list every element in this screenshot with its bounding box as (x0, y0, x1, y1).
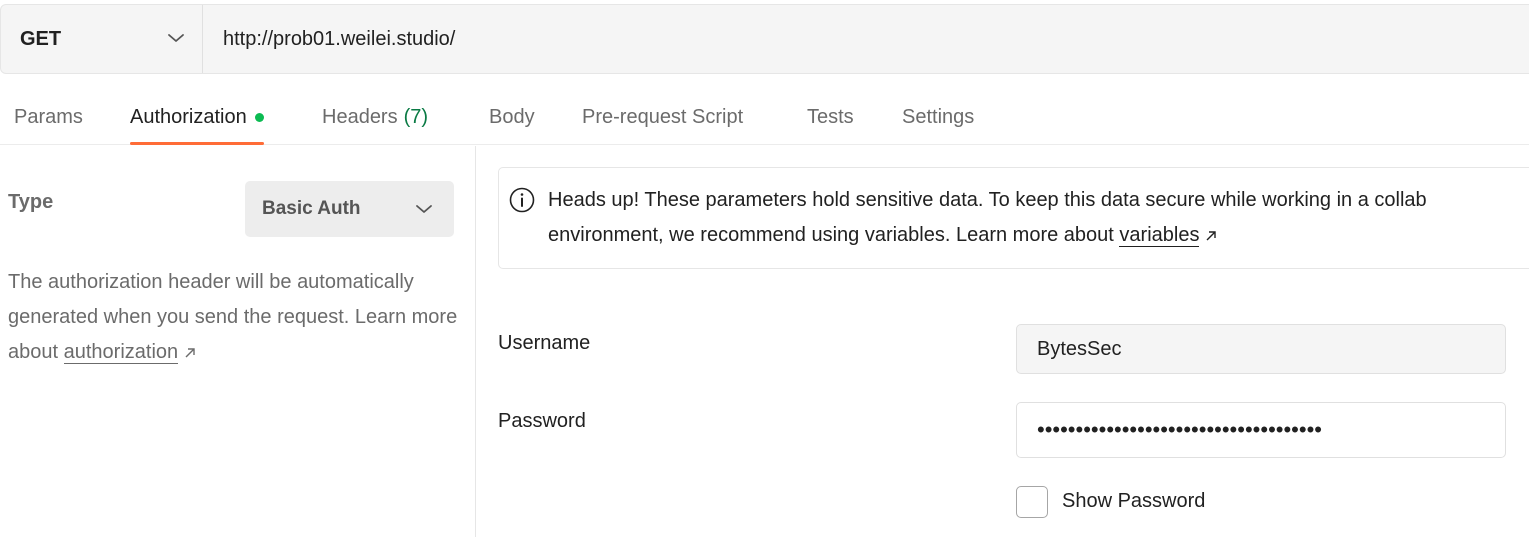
username-label: Username (498, 332, 591, 354)
chevron-down-icon (168, 34, 184, 42)
show-password-label[interactable]: Show Password (1062, 490, 1205, 513)
chevron-down-icon (416, 205, 432, 213)
tab-headers[interactable]: Headers (7) (322, 90, 428, 144)
variables-docs-link[interactable]: variables (1119, 224, 1200, 247)
notice-text: Heads up! These parameters hold sensitiv… (548, 183, 1529, 253)
notice-line-1: Heads up! These parameters hold sensitiv… (548, 189, 1427, 211)
notice-line-2: environment, we recommend using variable… (548, 218, 1529, 253)
active-indicator-dot (254, 112, 264, 122)
auth-type-select[interactable]: Basic Auth (245, 181, 454, 237)
external-link-arrow-icon (1206, 231, 1217, 241)
tab-params[interactable]: Params (14, 90, 83, 144)
password-input[interactable]: ••••••••••••••••••••••••••••••••••••• (1016, 402, 1506, 458)
request-tabs: Params Authorization Headers (7) Body Pr… (0, 90, 1529, 145)
method-label: GET (20, 27, 62, 50)
notice-line-2-text: environment, we recommend using variable… (548, 224, 1120, 246)
auth-type-pane: Type Basic Auth The authorization header… (0, 146, 476, 537)
tab-label: Headers (322, 105, 398, 128)
tab-tests[interactable]: Tests (807, 90, 854, 144)
tab-label: Pre-request Script (582, 105, 744, 128)
tab-authorization[interactable]: Authorization (130, 90, 264, 145)
tab-label: Body (489, 105, 535, 128)
external-link-arrow-icon (185, 348, 195, 358)
info-icon (509, 187, 535, 213)
tab-settings[interactable]: Settings (902, 90, 974, 144)
tab-label: Authorization (130, 105, 247, 128)
sensitive-data-notice: Heads up! These parameters hold sensitiv… (498, 167, 1529, 269)
auth-type-value: Basic Auth (262, 198, 361, 219)
headers-count-badge: (7) (403, 105, 429, 128)
tab-label: Settings (902, 105, 975, 128)
auth-type-label: Type (8, 191, 54, 213)
show-password-checkbox[interactable] (1016, 486, 1048, 518)
method-select[interactable]: GET (1, 5, 203, 73)
tab-pre-request-script[interactable]: Pre-request Script (582, 90, 743, 144)
authorization-docs-link[interactable]: authorization (63, 341, 179, 364)
password-label: Password (498, 410, 586, 432)
request-url-bar: GET http://prob01.weilei.studio/ (0, 4, 1529, 74)
tab-label: Tests (807, 105, 854, 128)
username-input[interactable]: BytesSec (1016, 324, 1506, 374)
tab-label: Params (14, 105, 83, 128)
tab-body[interactable]: Body (489, 90, 535, 144)
auth-description: The authorization header will be automat… (8, 265, 468, 370)
url-input[interactable]: http://prob01.weilei.studio/ (203, 5, 1529, 73)
